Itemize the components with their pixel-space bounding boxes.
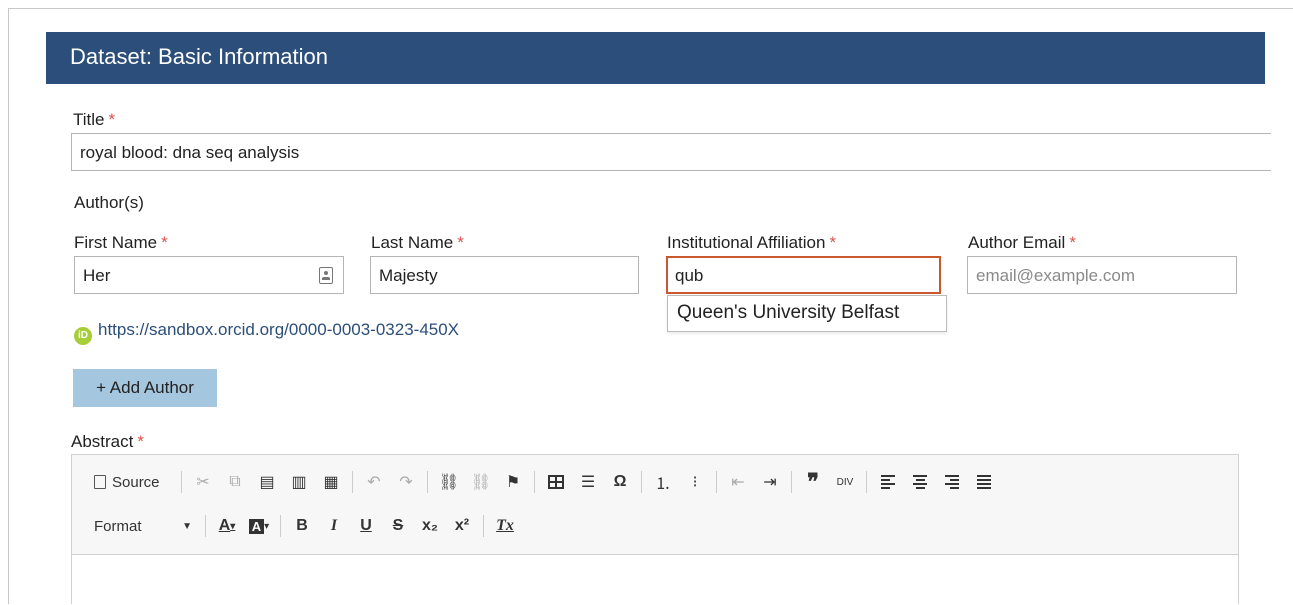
affiliation-suggestion[interactable]: Queen's University Belfast [667, 295, 947, 332]
toolbar-separator [641, 471, 642, 493]
remove-format-button[interactable]: Tx [493, 514, 517, 538]
outdent-icon[interactable]: ⇤ [726, 470, 750, 494]
source-button[interactable]: Source [94, 470, 172, 494]
toolbar-separator [866, 471, 867, 493]
cut-icon[interactable]: ✂ [191, 470, 215, 494]
align-justify-icon[interactable] [972, 470, 996, 494]
align-right-icon[interactable] [940, 470, 964, 494]
first-name-label: First Name * [74, 233, 168, 252]
abstract-text-area[interactable] [72, 554, 1238, 605]
align-center-icon[interactable] [908, 470, 932, 494]
toolbar-separator [352, 471, 353, 493]
numbered-list-icon[interactable]: ⒈ [651, 470, 675, 494]
required-mark: * [137, 432, 144, 451]
title-input[interactable]: royal blood: dna seq analysis [71, 133, 1271, 171]
last-name-label: Last Name * [371, 233, 464, 252]
anchor-flag-icon[interactable]: ⚑ [501, 470, 525, 494]
toolbar-row-1: Source ✂ ⧉ ▤ ▥ ▦ ↶ ↷ ⛓ ⛓ ⚑ ☰ Ω ⒈ ⁝ ⇤ ⇥ ❞… [90, 467, 1000, 497]
toolbar-separator [205, 515, 206, 537]
copy-icon[interactable]: ⧉ [223, 470, 247, 494]
title-label: Title * [73, 110, 116, 129]
paste-word-icon[interactable]: ▦ [319, 470, 343, 494]
add-author-button[interactable]: + Add Author [73, 369, 217, 407]
contact-card-icon[interactable] [319, 267, 333, 284]
source-icon [94, 475, 106, 489]
toolbar-separator [534, 471, 535, 493]
paste-text-icon[interactable]: ▥ [287, 470, 311, 494]
abstract-label: Abstract * [71, 432, 144, 451]
abstract-editor: Source ✂ ⧉ ▤ ▥ ▦ ↶ ↷ ⛓ ⛓ ⚑ ☰ Ω ⒈ ⁝ ⇤ ⇥ ❞… [71, 454, 1239, 605]
redo-icon[interactable]: ↷ [394, 470, 418, 494]
superscript-button[interactable]: x² [450, 514, 474, 538]
special-char-icon[interactable]: Ω [608, 470, 632, 494]
orcid-icon: iD [74, 327, 92, 345]
orcid-link[interactable]: iD https://sandbox.orcid.org/0000-0003-03… [74, 320, 459, 345]
background-color-icon[interactable]: A ▾ [247, 514, 271, 538]
panel-title: Dataset: Basic Information [70, 44, 329, 69]
toolbar-separator [280, 515, 281, 537]
toolbar-separator [427, 471, 428, 493]
required-mark: * [829, 233, 837, 252]
underline-button[interactable]: U [354, 514, 378, 538]
toolbar-separator [483, 515, 484, 537]
required-mark: * [1069, 233, 1076, 252]
required-mark: * [457, 233, 464, 252]
last-name-input[interactable]: Majesty [370, 256, 639, 294]
panel-header: Dataset: Basic Information [46, 32, 1265, 84]
affiliation-label: Institutional Affiliation * [667, 233, 837, 252]
bulleted-list-icon[interactable]: ⁝ [683, 470, 707, 494]
indent-icon[interactable]: ⇥ [758, 470, 782, 494]
div-container-icon[interactable]: DIV [833, 470, 857, 494]
subscript-button[interactable]: x₂ [418, 514, 442, 538]
italic-button[interactable]: I [322, 514, 346, 538]
email-input[interactable]: email@example.com [967, 256, 1237, 294]
required-mark: * [108, 110, 116, 129]
toolbar-separator [791, 471, 792, 493]
table-icon[interactable] [544, 470, 568, 494]
blockquote-icon[interactable]: ❞ [801, 469, 825, 494]
required-mark: * [161, 233, 168, 252]
paste-icon[interactable]: ▤ [255, 470, 279, 494]
text-color-icon[interactable]: A ▾ [215, 514, 239, 538]
bold-button[interactable]: B [290, 514, 314, 538]
toolbar-separator [716, 471, 717, 493]
email-label: Author Email * [968, 233, 1076, 252]
align-left-icon[interactable] [876, 470, 900, 494]
format-dropdown[interactable]: Format ▼ [90, 518, 200, 535]
toolbar-separator [181, 471, 182, 493]
horizontal-rule-icon[interactable]: ☰ [576, 470, 600, 494]
link-icon[interactable]: ⛓ [437, 470, 461, 494]
first-name-input[interactable]: Her [74, 256, 344, 294]
dropdown-arrow-icon: ▼ [182, 520, 192, 532]
strikethrough-button[interactable]: S [386, 514, 410, 538]
unlink-icon[interactable]: ⛓ [469, 470, 493, 494]
affiliation-input[interactable]: qub [666, 256, 941, 294]
authors-section-label: Author(s) [74, 193, 144, 212]
undo-icon[interactable]: ↶ [362, 470, 386, 494]
toolbar-row-2: Format ▼ A ▾ A ▾ B I U S x₂ x² Tx [90, 511, 521, 541]
orcid-url[interactable]: https://sandbox.orcid.org/0000-0003-0323… [98, 320, 459, 339]
first-name-value: Her [83, 266, 111, 285]
